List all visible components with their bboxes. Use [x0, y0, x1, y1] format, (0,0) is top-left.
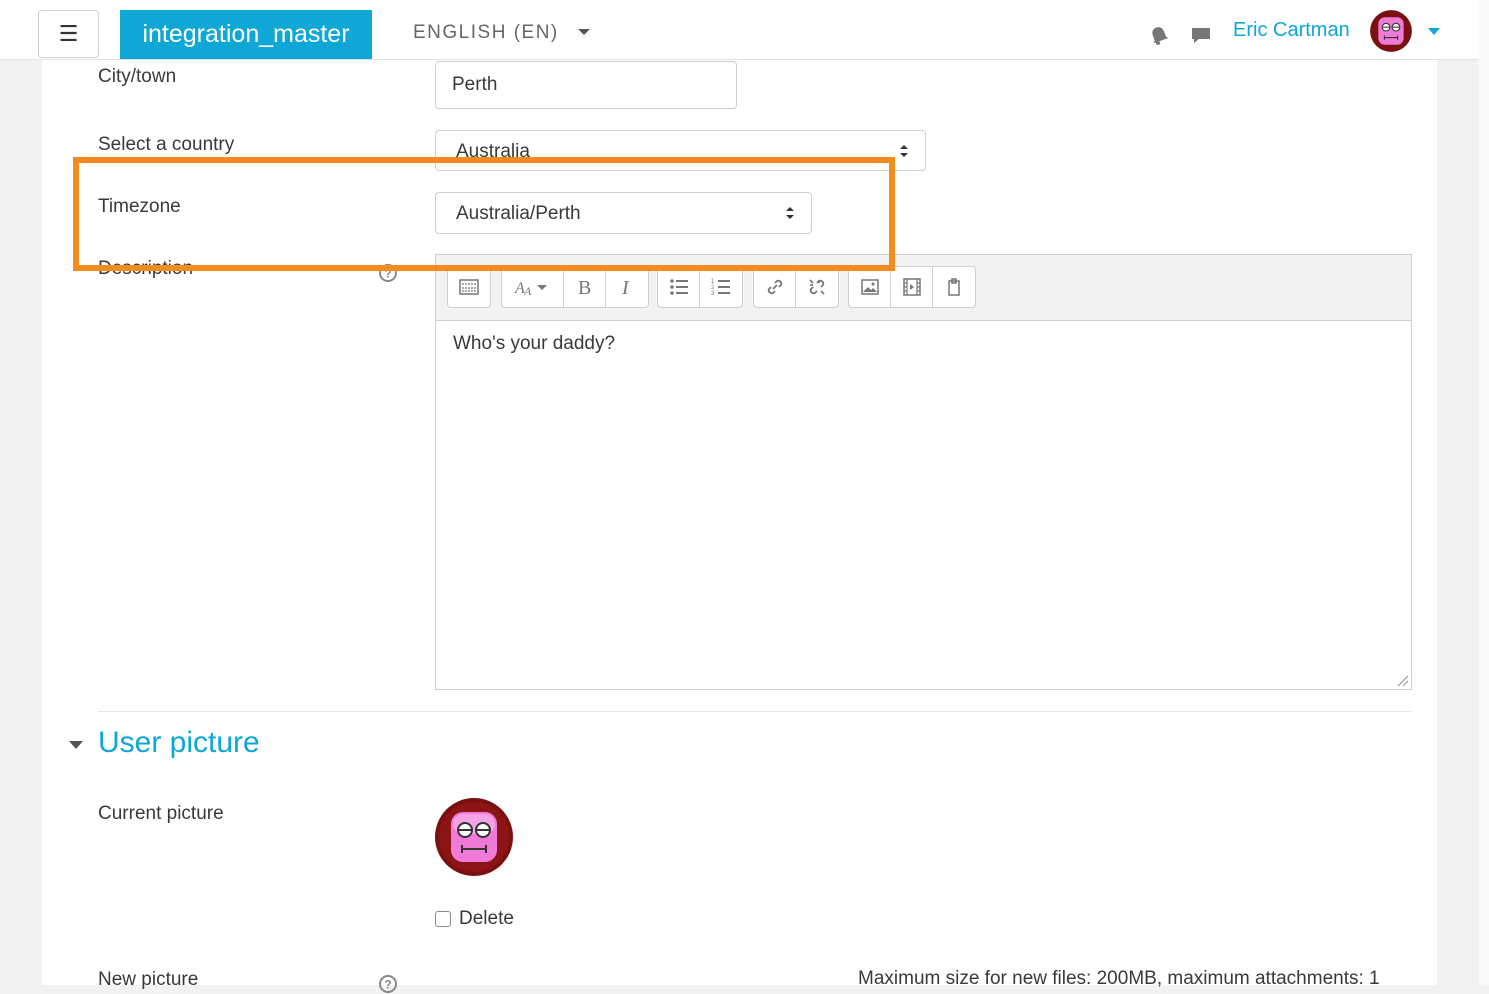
svg-text:A: A	[523, 284, 532, 298]
current-picture-label: Current picture	[98, 803, 224, 824]
unlink-icon[interactable]	[796, 267, 838, 307]
delete-picture-row: Delete	[435, 908, 514, 930]
country-label: Select a country	[98, 134, 235, 155]
language-label: ENGLISH (EN)	[413, 22, 559, 43]
toolbar-group-media	[848, 266, 976, 308]
description-editor[interactable]: Who's your daddy?	[435, 320, 1412, 690]
delete-picture-checkbox[interactable]	[435, 911, 451, 927]
chevron-down-icon	[577, 28, 590, 35]
language-menu[interactable]: ENGLISH (EN)	[413, 22, 590, 44]
new-picture-label: New picture	[98, 969, 199, 990]
collapse-chevron-icon[interactable]	[69, 741, 83, 749]
font-style-icon[interactable]: AA	[502, 267, 564, 307]
image-icon[interactable]	[849, 267, 891, 307]
ordered-list-icon[interactable]: 123	[700, 267, 742, 307]
city-label: City/town	[98, 66, 177, 87]
select-arrows-icon	[900, 144, 908, 157]
timezone-highlight-box	[73, 157, 895, 271]
bold-icon[interactable]: B	[564, 267, 606, 307]
description-text: Who's your daddy?	[453, 333, 616, 354]
unordered-list-icon[interactable]	[658, 267, 700, 307]
toolbar-group-toggle	[447, 266, 491, 308]
chat-icon[interactable]	[1190, 24, 1212, 46]
top-navbar: ☰ integration_master ENGLISH (EN) Eric C…	[0, 0, 1479, 60]
help-icon[interactable]: ?	[378, 974, 398, 994]
site-name-link[interactable]: integration_master	[120, 10, 372, 59]
max-size-note: Maximum size for new files: 200MB, maxim…	[858, 968, 1380, 989]
link-icon[interactable]	[754, 267, 796, 307]
paste-icon[interactable]	[933, 267, 975, 307]
menu-toggle-button[interactable]: ☰	[38, 10, 99, 58]
resize-grip-icon[interactable]	[1395, 673, 1409, 687]
current-picture-avatar	[435, 798, 513, 876]
toolbar-group-text: AA B I	[501, 266, 649, 308]
bell-icon[interactable]	[1148, 24, 1170, 46]
page-scrollbar[interactable]	[1479, 0, 1489, 985]
section-divider	[98, 711, 1412, 712]
media-icon[interactable]	[891, 267, 933, 307]
user-picture-heading[interactable]: User picture	[98, 726, 260, 760]
delete-picture-label[interactable]: Delete	[459, 908, 514, 930]
hamburger-icon: ☰	[58, 21, 79, 46]
svg-text:B: B	[578, 277, 591, 298]
city-input[interactable]: Perth	[435, 61, 737, 109]
toolbar-group-lists: 123	[657, 266, 743, 308]
avatar[interactable]	[1369, 9, 1413, 53]
toolbar-group-links	[753, 266, 839, 308]
user-menu-chevron-icon[interactable]	[1428, 28, 1440, 35]
italic-icon[interactable]: I	[606, 267, 648, 307]
svg-text:I: I	[621, 277, 630, 298]
svg-text:3: 3	[711, 291, 715, 297]
user-name-link[interactable]: Eric Cartman	[1233, 19, 1350, 42]
toolbar-toggle-icon[interactable]	[448, 267, 490, 307]
